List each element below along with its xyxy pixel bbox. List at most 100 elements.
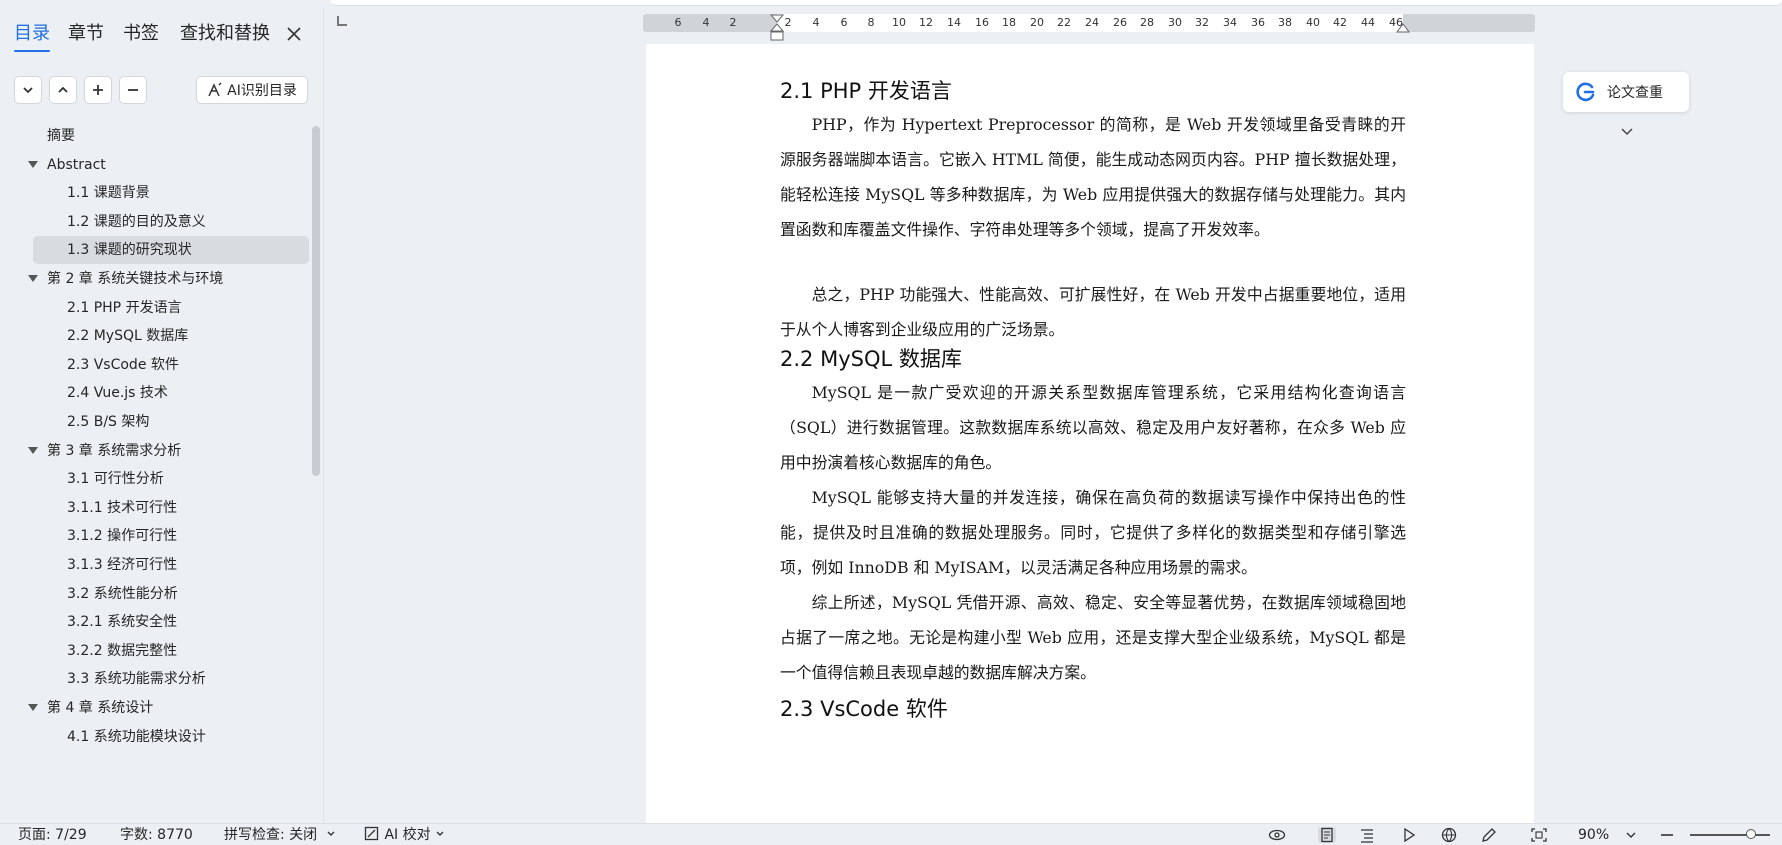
- page-view-icon[interactable]: [1318, 827, 1336, 843]
- toc-item-label: 3.3 系统功能需求分析: [67, 671, 206, 687]
- toc-item[interactable]: 3.2 系统性能分析: [33, 580, 309, 608]
- toc-item[interactable]: 4.1 系统功能模块设计: [33, 723, 309, 751]
- toc-item-label: 2.5 B/S 架构: [67, 414, 150, 430]
- ruler-tick-label: 8: [867, 16, 875, 29]
- sidebar-scrollbar[interactable]: [312, 126, 320, 476]
- toc-item[interactable]: 摘要: [33, 122, 309, 150]
- ruler-tick-label: 22: [1057, 16, 1071, 29]
- ai-proofread-button[interactable]: AI 校对: [364, 826, 445, 844]
- ai-proofread-icon: [364, 826, 379, 841]
- ruler-tick-label: 4: [812, 16, 820, 29]
- ruler-tick-label: 20: [1030, 16, 1044, 29]
- outline-view-icon[interactable]: [1358, 827, 1376, 843]
- toc-item[interactable]: Abstract: [33, 151, 309, 179]
- ruler-corner-tab-icon[interactable]: [337, 16, 347, 26]
- paragraph: 综上所述，MySQL 凭借开源、高效、稳定、安全等显著优势，在数据库领域稳固地占…: [780, 593, 1406, 682]
- tab-find-replace[interactable]: 查找和替换: [180, 22, 270, 46]
- chevron-down-icon[interactable]: [1622, 827, 1640, 843]
- toc-item-label: 3.2.2 数据完整性: [67, 643, 178, 659]
- toc-item-label: 1.3 课题的研究现状: [67, 242, 192, 258]
- play-icon[interactable]: [1400, 827, 1418, 843]
- ruler-tick-label: 38: [1278, 16, 1292, 29]
- toc-item-label: 摘要: [47, 128, 75, 144]
- ruler-tick-label: 26: [1113, 16, 1127, 29]
- zoom-out-icon[interactable]: [1658, 827, 1676, 843]
- toc-item[interactable]: 第 3 章 系统需求分析: [33, 437, 309, 465]
- word-count[interactable]: 字数: 8770: [120, 826, 193, 844]
- ruler-tick-label: 46: [1389, 16, 1403, 29]
- toc-item[interactable]: 2.4 Vue.js 技术: [33, 379, 309, 407]
- toc-item[interactable]: 3.1.1 技术可行性: [33, 494, 309, 522]
- expand-down-button[interactable]: [14, 76, 42, 104]
- toolbar-edge: [330, 0, 1782, 6]
- horizontal-ruler[interactable]: 6 4 2 2 4 6 8 10 12 14 16 18 20 22 24 26 28 30 32 34 36 38 40 4…: [643, 14, 1535, 41]
- ruler-tick-label: 32: [1195, 16, 1209, 29]
- toc-item[interactable]: 3.1 可行性分析: [33, 465, 309, 493]
- toc-item-label: 3.1.1 技术可行性: [67, 500, 178, 516]
- eye-protection-icon[interactable]: [1268, 827, 1286, 843]
- navigation-pane: 目录 章节 书签 查找和替换 AI识别目录 摘要 Abstract 1.1 课题背景…: [0, 8, 324, 823]
- toc-item[interactable]: 3.2.1 系统安全性: [33, 608, 309, 636]
- page-count[interactable]: 页面: 7/29: [18, 826, 87, 844]
- zoom-level[interactable]: 90%: [1578, 826, 1609, 844]
- toc-item[interactable]: 1.3 课题的研究现状: [33, 236, 309, 264]
- toc-item[interactable]: 3.2.2 数据完整性: [33, 637, 309, 665]
- toc-item-label: 1.1 课题背景: [67, 185, 150, 201]
- toc-item-label: 第 4 章 系统设计: [47, 700, 154, 716]
- ruler-tick-label: 2: [729, 16, 737, 29]
- fit-page-icon[interactable]: [1530, 827, 1548, 843]
- ruler-tick-label: 42: [1333, 16, 1347, 29]
- web-layout-icon[interactable]: [1440, 827, 1458, 843]
- tab-sections[interactable]: 章节: [68, 22, 104, 46]
- chevron-down-icon[interactable]: [1619, 126, 1635, 138]
- toc-toolbar: AI识别目录: [14, 76, 314, 106]
- chevron-up-icon: [58, 86, 68, 93]
- ruler-tick-label: 2: [784, 16, 792, 29]
- toc-item[interactable]: 1.2 课题的目的及意义: [33, 208, 309, 236]
- ruler-tick-label: 28: [1140, 16, 1154, 29]
- toc-item[interactable]: 第 4 章 系统设计: [33, 694, 309, 722]
- toc-item[interactable]: 3.1.3 经济可行性: [33, 551, 309, 579]
- spell-check-status[interactable]: 拼写检查: 关闭: [224, 826, 336, 844]
- tab-bookmarks[interactable]: 书签: [123, 22, 159, 46]
- ai-recognize-toc-button[interactable]: AI识别目录: [196, 76, 308, 104]
- status-bar: 页面: 7/29 字数: 8770 拼写检查: 关闭 AI 校对 90%: [0, 823, 1782, 845]
- add-heading-button[interactable]: [84, 76, 112, 104]
- remove-heading-button[interactable]: [119, 76, 147, 104]
- zoom-slider-handle[interactable]: [1746, 829, 1756, 839]
- toc-item[interactable]: 3.3 系统功能需求分析: [33, 665, 309, 693]
- toc-item-label: 第 3 章 系统需求分析: [47, 443, 182, 459]
- zoom-slider[interactable]: [1690, 834, 1770, 836]
- close-icon[interactable]: [284, 24, 304, 44]
- toc-item[interactable]: 2.2 MySQL 数据库: [33, 322, 309, 350]
- minus-icon: [128, 89, 138, 91]
- ruler-tick-label: 36: [1251, 16, 1265, 29]
- toc-item-label: 3.1.2 操作可行性: [67, 528, 178, 544]
- ruler-tick-label: 10: [892, 16, 906, 29]
- paragraph: MySQL 是一款广受欢迎的开源关系型数据库管理系统，它采用结构化查询语言（SQ…: [780, 383, 1406, 472]
- toc-item[interactable]: 3.1.2 操作可行性: [33, 522, 309, 550]
- toc-item-label: 2.1 PHP 开发语言: [67, 300, 182, 316]
- toc-item-label: 1.2 课题的目的及意义: [67, 214, 206, 230]
- plagiarism-check-button[interactable]: 论文查重: [1563, 72, 1689, 112]
- toc-item-label: 2.2 MySQL 数据库: [67, 328, 189, 344]
- ruler-tick-label: 6: [674, 16, 682, 29]
- chevron-down-icon: [436, 831, 444, 836]
- heading-2-2: 2.2 MySQL 数据库: [780, 347, 962, 371]
- toc-item[interactable]: 1.1 课题背景: [33, 179, 309, 207]
- toc-item[interactable]: 2.1 PHP 开发语言: [33, 294, 309, 322]
- plagiarism-check-label: 论文查重: [1607, 85, 1663, 101]
- toc-item[interactable]: 2.3 VsCode 软件: [33, 351, 309, 379]
- ai-proofread-label: AI 校对: [384, 827, 431, 843]
- toc-item-label: 3.2 系统性能分析: [67, 586, 178, 602]
- toc-item[interactable]: 第 2 章 系统关键技术与环境: [33, 265, 309, 293]
- paragraph: 总之，PHP 功能强大、性能高效、可扩展性好，在 Web 开发中占据重要地位，适…: [780, 285, 1406, 339]
- collapse-up-button[interactable]: [49, 76, 77, 104]
- ai-pen-icon: [208, 82, 222, 97]
- toc-item[interactable]: 2.5 B/S 架构: [33, 408, 309, 436]
- document-page[interactable]: 2.1 PHP 开发语言 PHP，作为 Hypertext Preprocess…: [646, 44, 1534, 823]
- tab-toc[interactable]: 目录: [14, 22, 50, 52]
- ruler-tick-label: 44: [1361, 16, 1375, 29]
- pen-icon[interactable]: [1480, 827, 1498, 843]
- ruler-tick-label: 34: [1223, 16, 1237, 29]
